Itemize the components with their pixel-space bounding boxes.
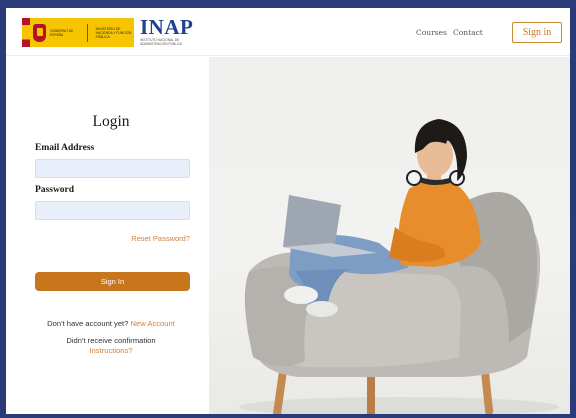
hero-image — [209, 57, 570, 414]
brand-subtitle: Instituto Nacional de Administración Púb… — [140, 38, 183, 46]
no-account-text: Don't have account yet? — [47, 319, 129, 328]
spain-flag-icon — [22, 18, 30, 47]
page: Gobierno de España Ministerio de Haciend… — [6, 8, 570, 414]
email-field[interactable] — [35, 159, 190, 178]
government-logo[interactable]: Gobierno de España Ministerio de Haciend… — [22, 18, 134, 47]
password-label: Password — [35, 185, 75, 195]
header-sign-in-button[interactable]: Sign in — [512, 22, 562, 43]
email-label: Email Address — [35, 143, 95, 153]
nav-contact[interactable]: Contact — [453, 28, 483, 37]
login-title: Login — [92, 113, 130, 130]
instructions-line: Instructions? — [6, 346, 216, 355]
gov-logo-text-left: Gobierno de España — [50, 28, 74, 37]
coat-of-arms-icon — [32, 23, 47, 42]
gov-logo-text-right: Ministerio de Hacienda y Función Pública — [95, 26, 132, 39]
sign-in-button[interactable]: Sign In — [35, 272, 190, 291]
logo-divider — [86, 23, 88, 42]
reset-password-link[interactable]: Reset Password? — [131, 234, 190, 243]
no-account-line: Don't have account yet? New Account — [6, 319, 216, 328]
instructions-link[interactable]: Instructions? — [89, 346, 132, 355]
woman-with-laptop-icon — [239, 119, 559, 414]
brand-name: INAP — [140, 15, 194, 39]
inap-logo[interactable]: INAP Instituto Nacional de Administració… — [140, 15, 194, 47]
header: Gobierno de España Ministerio de Haciend… — [6, 8, 570, 56]
nav-courses[interactable]: Courses — [416, 28, 447, 37]
login-panel: Login Email Address Password Reset Passw… — [6, 57, 209, 414]
password-field[interactable] — [35, 201, 190, 220]
no-confirmation-text: Didn't receive confirmation — [66, 336, 156, 345]
new-account-link[interactable]: New Account — [131, 319, 175, 328]
